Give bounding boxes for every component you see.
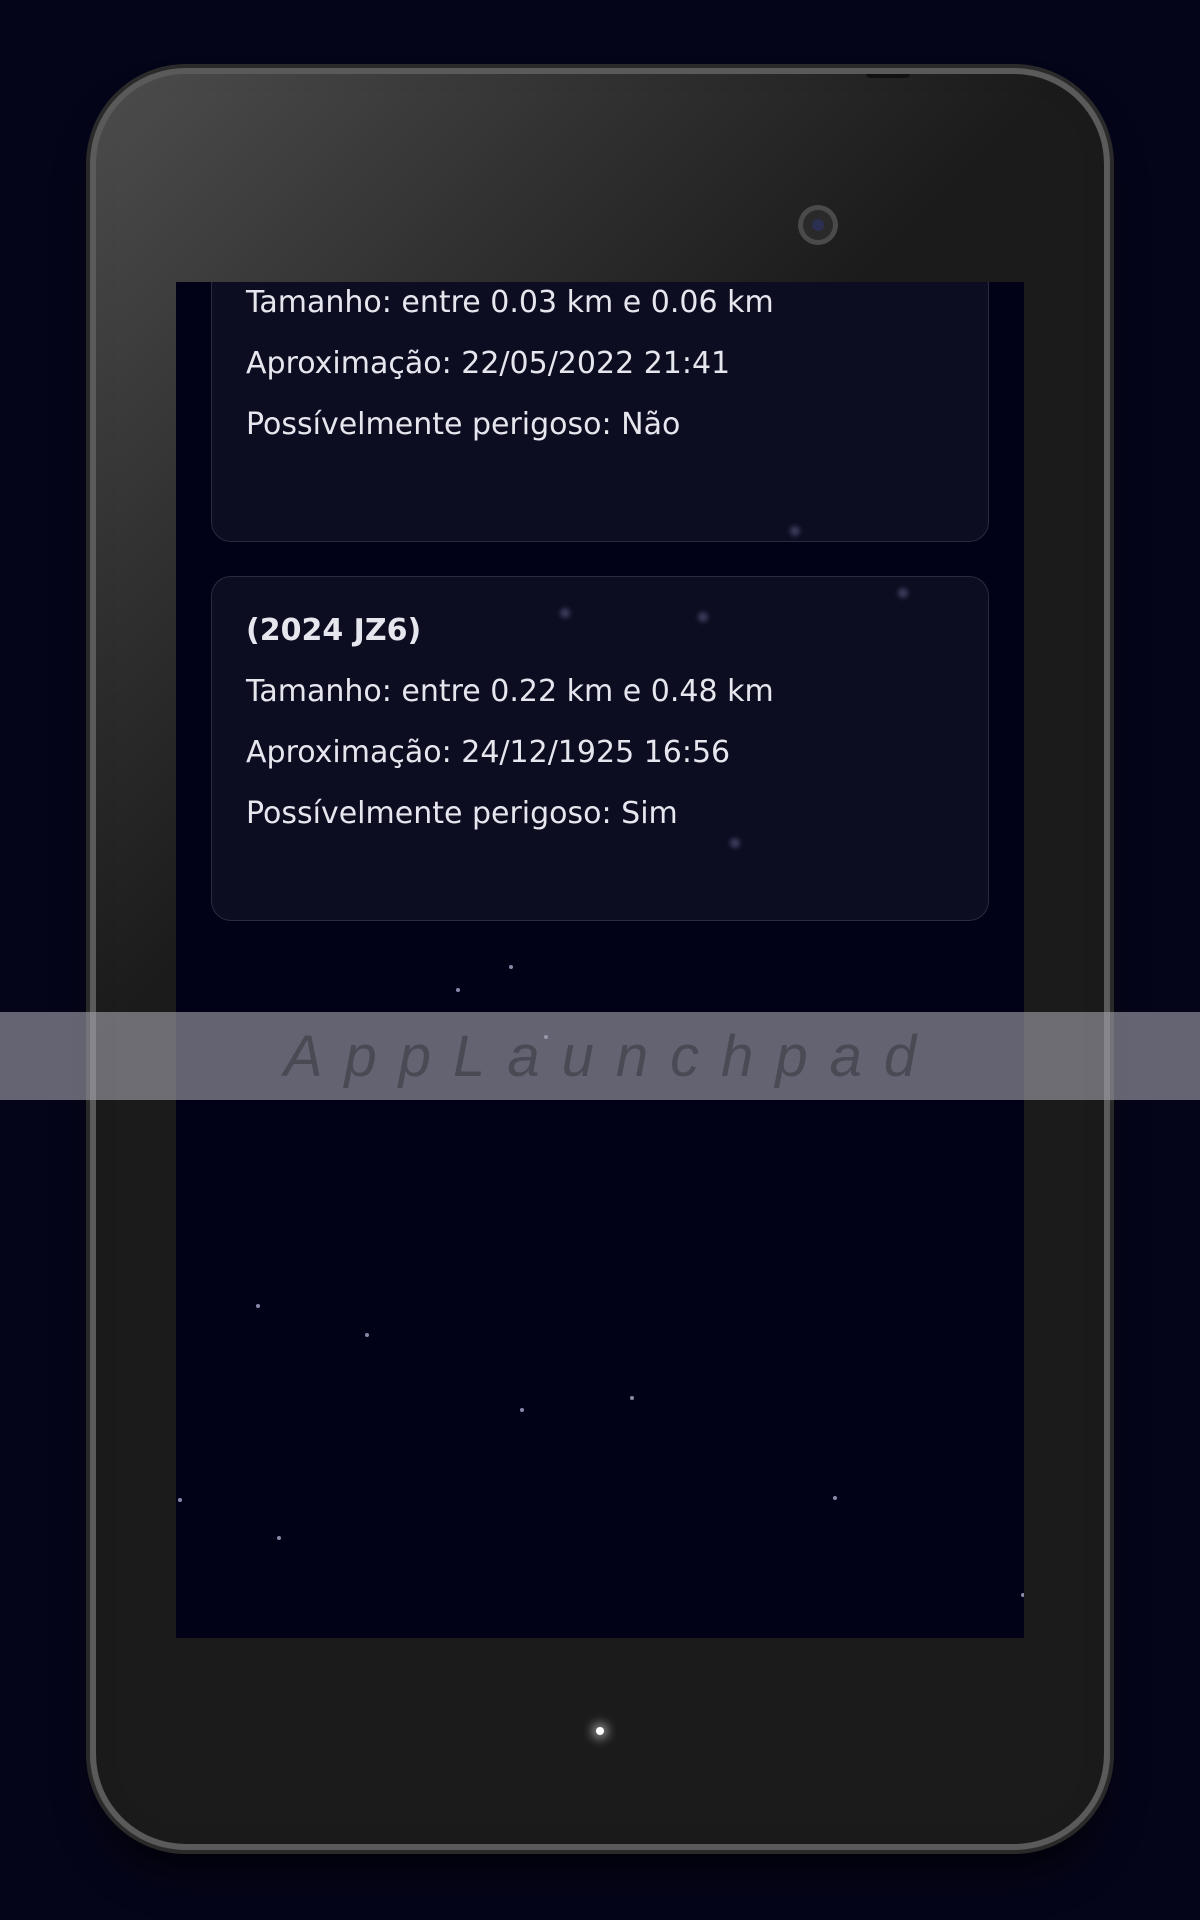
star-dot	[520, 1408, 524, 1412]
star-dot	[256, 1304, 260, 1308]
watermark-text: AppLaunchpad	[283, 1023, 939, 1089]
star-dot	[456, 988, 460, 992]
app-screen[interactable]: Tamanho: entre 0.03 km e 0.06 km Aproxim…	[176, 282, 1024, 1638]
asteroid-size: Tamanho: entre 0.22 km e 0.48 km	[246, 674, 774, 709]
star-dot	[630, 1396, 634, 1400]
asteroid-approach: Aproximação: 24/12/1925 16:56	[246, 735, 731, 770]
home-button[interactable]	[596, 1727, 604, 1735]
star-dot	[833, 1496, 837, 1500]
star-dot	[730, 838, 740, 848]
star-dot	[178, 1498, 182, 1502]
asteroid-name: (2024 JZ6)	[246, 613, 422, 648]
star-dot	[698, 612, 708, 622]
asteroid-hazardous: Possívelmente perigoso: Sim	[246, 796, 678, 831]
watermark-banner: AppLaunchpad	[0, 1012, 1200, 1100]
asteroid-card[interactable]: (2024 JZ6) Tamanho: entre 0.22 km e 0.48…	[211, 576, 989, 921]
star-dot	[277, 1536, 281, 1540]
asteroid-card[interactable]: Tamanho: entre 0.03 km e 0.06 km Aproxim…	[211, 282, 989, 542]
star-dot	[365, 1333, 369, 1337]
page: Tamanho: entre 0.03 km e 0.06 km Aproxim…	[0, 0, 1200, 1920]
star-dot	[1021, 1593, 1024, 1597]
asteroid-approach: Aproximação: 22/05/2022 21:41	[246, 346, 731, 381]
star-dot	[509, 965, 513, 969]
star-dot	[560, 608, 570, 618]
asteroid-hazardous: Possívelmente perigoso: Não	[246, 407, 681, 442]
star-dot	[898, 588, 908, 598]
star-dot	[790, 526, 800, 536]
asteroid-size: Tamanho: entre 0.03 km e 0.06 km	[246, 285, 774, 320]
power-button	[866, 74, 910, 78]
front-camera-icon	[803, 210, 833, 240]
